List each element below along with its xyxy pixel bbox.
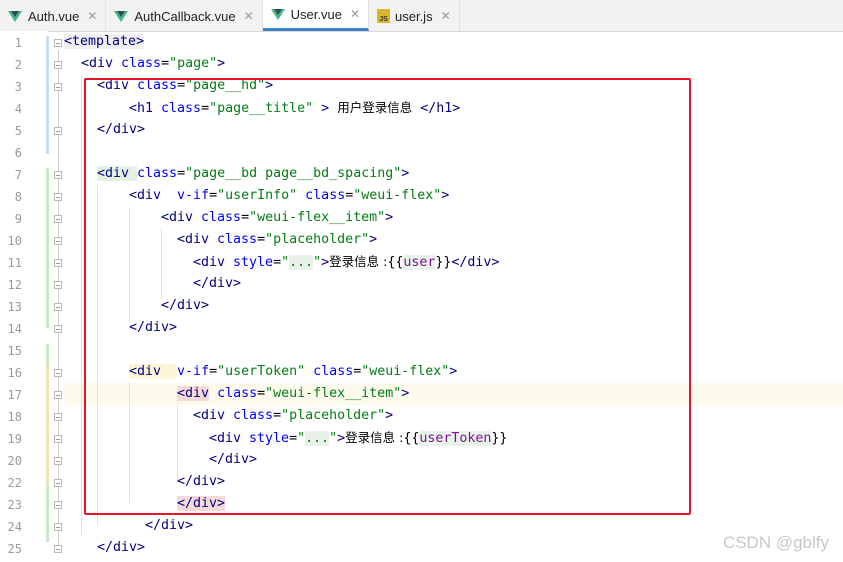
highlight-annotation-box: [84, 78, 691, 515]
line-number: 3: [14, 80, 22, 94]
fold-toggle-icon[interactable]: [54, 325, 62, 333]
line-number: 2: [14, 58, 22, 72]
fold-toggle-icon[interactable]: [54, 413, 62, 421]
tab-user-js[interactable]: JS user.js ✕: [369, 1, 460, 31]
line-number: 17: [7, 388, 22, 402]
line-number: 6: [14, 146, 22, 160]
vue-file-icon: [114, 10, 129, 22]
code-token: </div>: [97, 540, 146, 555]
line-number: 25: [7, 542, 22, 556]
close-icon[interactable]: ✕: [244, 9, 254, 23]
vcs-change-marker: [46, 36, 49, 154]
vcs-added-marker: [46, 168, 49, 328]
js-file-icon: JS: [377, 9, 390, 23]
indent-guide: [81, 75, 82, 535]
vue-file-icon: [8, 10, 22, 22]
line-number: 1: [14, 36, 22, 50]
code-line-2[interactable]: <div class="page">: [81, 53, 225, 75]
line-number: 16: [7, 366, 22, 380]
line-number: 7: [14, 168, 22, 182]
fold-toggle-icon[interactable]: [54, 39, 62, 47]
tab-label: Auth.vue: [28, 8, 80, 24]
fold-toggle-icon[interactable]: [54, 259, 62, 267]
tab-label: user.js: [395, 8, 433, 24]
fold-toggle-icon[interactable]: [54, 171, 62, 179]
fold-toggle-icon[interactable]: [54, 523, 62, 531]
code-token: "page": [169, 56, 218, 71]
fold-toggle-icon[interactable]: [54, 435, 62, 443]
code-token: <template>: [64, 34, 145, 49]
editor-tab-bar: Auth.vue ✕ AuthCallback.vue ✕ User.vue ✕…: [0, 0, 843, 32]
fold-guide: [58, 50, 59, 550]
line-number: 5: [14, 124, 22, 138]
vcs-added-marker: [46, 486, 49, 542]
fold-toggle-icon[interactable]: [54, 215, 62, 223]
fold-toggle-icon[interactable]: [54, 237, 62, 245]
fold-toggle-icon[interactable]: [54, 457, 62, 465]
line-number: 19: [7, 432, 22, 446]
tab-authcallback-vue[interactable]: AuthCallback.vue ✕: [106, 1, 263, 31]
line-number: 24: [7, 520, 22, 534]
code-token: class: [121, 56, 162, 71]
fold-toggle-icon[interactable]: [54, 61, 62, 69]
vue-file-icon: [270, 8, 285, 20]
line-number: 4: [14, 102, 22, 116]
fold-toggle-icon[interactable]: [54, 193, 62, 201]
fold-toggle-icon[interactable]: [54, 369, 62, 377]
line-number: 12: [7, 278, 22, 292]
line-number: 11: [7, 256, 22, 270]
fold-toggle-icon[interactable]: [54, 127, 62, 135]
watermark: CSDN @gblfy: [722, 533, 829, 552]
vcs-modified-marker: [46, 366, 49, 486]
code-token: <div: [81, 56, 122, 71]
line-number: 23: [7, 498, 22, 512]
line-number: 14: [7, 322, 22, 336]
line-number: 18: [7, 410, 22, 424]
tab-user-vue[interactable]: User.vue ✕: [262, 0, 369, 31]
close-icon[interactable]: ✕: [441, 9, 451, 23]
fold-toggle-icon[interactable]: [54, 479, 62, 487]
code-line-25[interactable]: </div>: [145, 515, 193, 537]
tab-label: User.vue: [290, 6, 342, 22]
line-number: 9: [14, 212, 22, 226]
fold-toggle-icon[interactable]: [54, 501, 62, 509]
code-line-26[interactable]: </div>: [97, 537, 145, 559]
vcs-added-marker: [46, 344, 49, 366]
code-token: =: [161, 56, 170, 71]
code-token: >: [217, 56, 226, 71]
line-number: 15: [7, 344, 22, 358]
line-number: 20: [7, 454, 22, 468]
fold-toggle-icon[interactable]: [54, 83, 62, 91]
tab-label: AuthCallback.vue: [134, 8, 236, 24]
line-number: 22: [7, 476, 22, 490]
fold-toggle-icon[interactable]: [54, 545, 62, 553]
code-token: </div>: [145, 518, 194, 533]
code-line-1[interactable]: <template>: [64, 31, 145, 53]
line-number: 13: [7, 300, 22, 314]
tab-auth-vue[interactable]: Auth.vue ✕: [0, 1, 107, 31]
fold-toggle-icon[interactable]: [54, 303, 62, 311]
line-number: 8: [14, 190, 22, 204]
close-icon[interactable]: ✕: [350, 7, 360, 21]
fold-toggle-icon[interactable]: [54, 281, 62, 289]
fold-toggle-icon[interactable]: [54, 391, 62, 399]
close-icon[interactable]: ✕: [87, 9, 97, 23]
line-number: 10: [7, 234, 22, 248]
